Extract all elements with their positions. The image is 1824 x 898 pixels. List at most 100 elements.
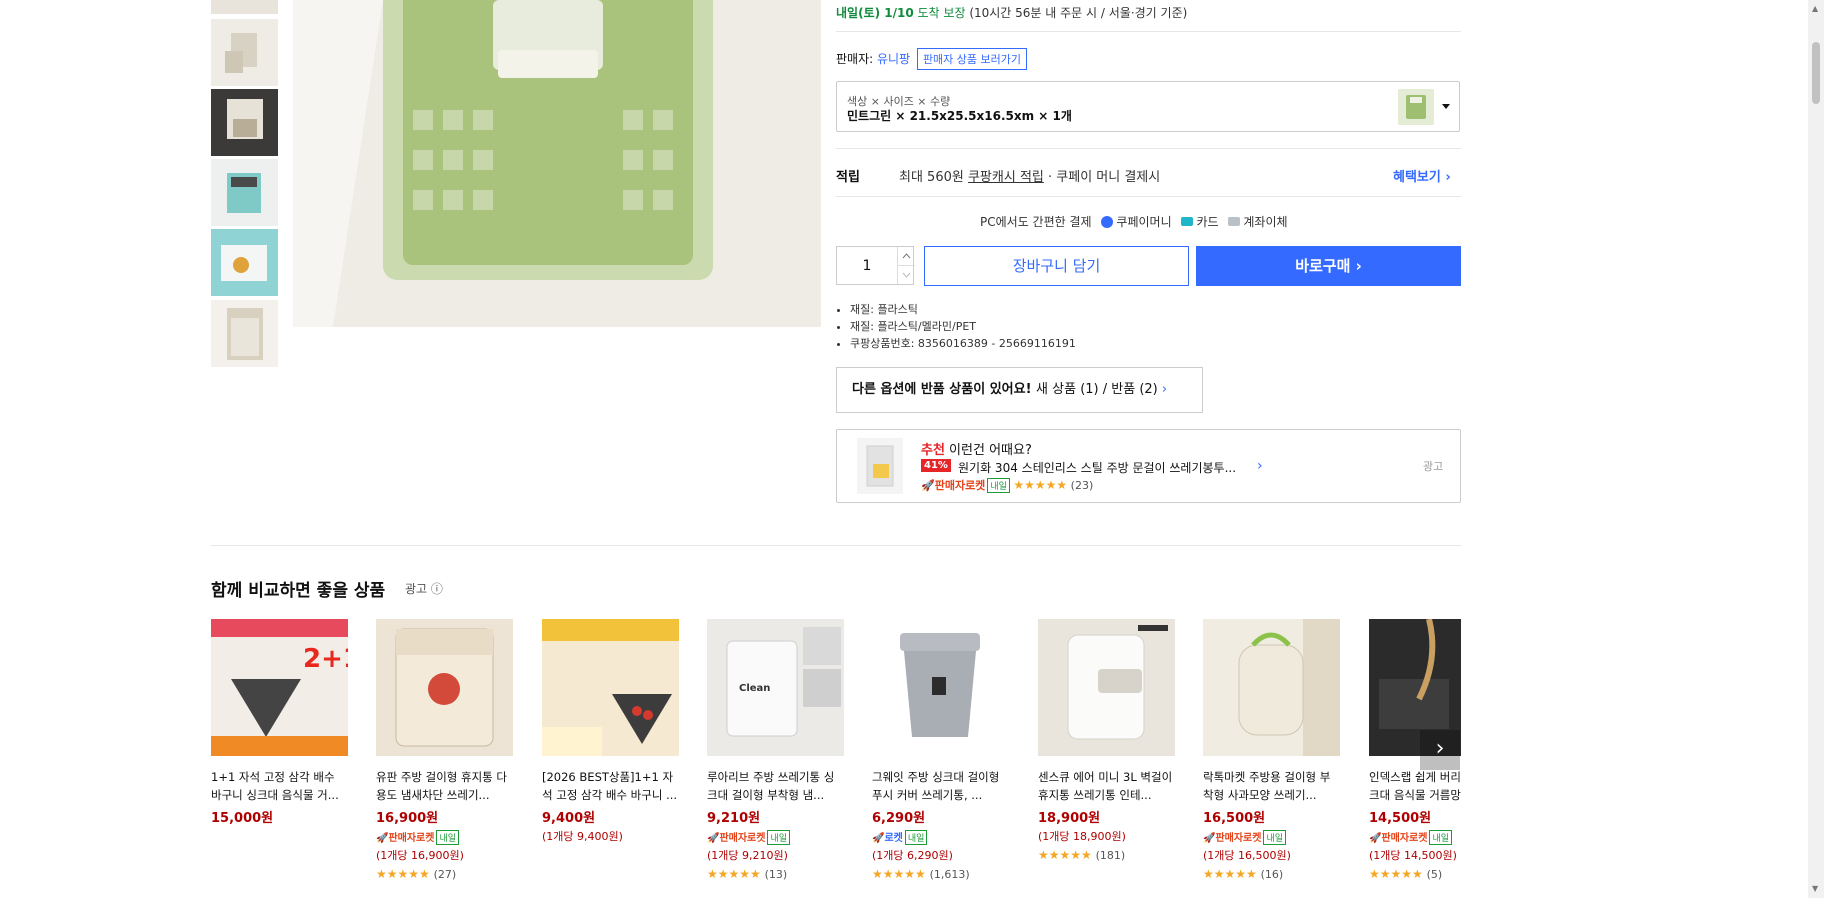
quantity-decrease-button[interactable] bbox=[897, 266, 915, 284]
recommend-heading: 이런건 어때요? bbox=[944, 443, 1032, 458]
product-image: Clean bbox=[707, 619, 844, 756]
option-thumbnail bbox=[1398, 89, 1434, 125]
product-price: 6,290원 bbox=[872, 811, 926, 826]
product-thumbnail-1[interactable] bbox=[211, 0, 278, 14]
reward-text: 최대 560원 쿠팡캐시 적립 · 쿠페이 머니 결제시 bbox=[899, 166, 1160, 185]
spec-item: 재질: 플라스틱/멜라민/PET bbox=[850, 318, 1076, 335]
unit-price: (1개당 16,900원) bbox=[376, 849, 464, 862]
product-thumbnail-5[interactable] bbox=[211, 229, 278, 296]
quantity-value[interactable]: 1 bbox=[837, 258, 897, 274]
chevron-right-icon[interactable]: › bbox=[1257, 458, 1263, 474]
coupang-cash-link[interactable]: 쿠팡캐시 적립 bbox=[968, 170, 1044, 185]
scrollbar-thumb[interactable] bbox=[1812, 42, 1820, 104]
product-price: 16,500원 bbox=[1203, 811, 1266, 826]
reward-suffix: · 쿠페이 머니 결제시 bbox=[1043, 170, 1161, 185]
recommended-product-meta: 🚀판매자로켓 내일 ★★★★★ (23) bbox=[921, 477, 1093, 493]
divider bbox=[836, 31, 1461, 32]
product-name: 루아리브 주방 쓰레기통 싱크대 걸이형 부착형 냄... bbox=[707, 770, 835, 802]
seller-label: 판매자: bbox=[836, 52, 877, 66]
product-name: 락톡마켓 주방용 걸이형 부착형 사과모양 쓰레기... bbox=[1203, 770, 1331, 802]
new-items-link[interactable]: 새 상품 (1) bbox=[1036, 382, 1099, 397]
product-thumbnail-2[interactable] bbox=[211, 19, 278, 86]
chevron-right-icon: › bbox=[1161, 382, 1168, 397]
review-count: (23) bbox=[1070, 479, 1094, 492]
rating-stars: ★★★★★ bbox=[1203, 867, 1257, 881]
product-image bbox=[542, 619, 679, 756]
product-image: 2+1 bbox=[211, 619, 348, 756]
svg-text:2+1: 2+1 bbox=[303, 644, 348, 674]
rating-stars: ★★★★★ bbox=[1013, 478, 1068, 492]
product-price: 15,000원 bbox=[211, 811, 274, 826]
section-divider bbox=[211, 545, 1461, 546]
product-name: 인덱스랩 쉽게 버리 크대 음식물 거름망 bbox=[1369, 770, 1461, 802]
delivery-day-badge: 내일 bbox=[436, 830, 460, 845]
option-selector[interactable]: 색상 × 사이즈 × 수량 민트그린 × 21.5x25.5x16.5xm × … bbox=[836, 81, 1460, 132]
product-price: 9,210원 bbox=[707, 811, 761, 826]
product-card[interactable]: 락톡마켓 주방용 걸이형 부착형 사과모양 쓰레기... 16,500원 🚀판매… bbox=[1203, 619, 1340, 881]
product-card[interactable]: 유판 주방 걸이형 휴지통 다용도 냄새차단 쓰레기... 16,900원 🚀판… bbox=[376, 619, 513, 881]
product-thumbnail-3[interactable] bbox=[211, 89, 278, 156]
product-card[interactable]: 센스큐 에어 미니 3L 벽걸이 휴지통 쓰레기통 인테... 18,900원 … bbox=[1038, 619, 1175, 862]
product-card[interactable]: 그웨잇 주방 싱크대 걸이형 푸시 커버 쓰레기통, ... 6,290원 🚀로… bbox=[872, 619, 1009, 881]
seller-info: 판매자: 유니팡 판매자 상품 보러가기 bbox=[836, 48, 1028, 70]
benefit-view-link[interactable]: 혜택보기 › bbox=[1393, 166, 1451, 185]
product-price: 14,500원 bbox=[1369, 811, 1432, 826]
product-name: 1+1 자석 고정 삼각 배수 바구니 싱크대 음식물 거... bbox=[211, 770, 339, 802]
payment-methods: PC에서도 간편한 결제 쿠페이머니 카드 계좌이체 bbox=[980, 213, 1288, 230]
rocket-icon: 🚀 bbox=[376, 833, 389, 844]
recommendation-title: 추천 이런건 어때요? bbox=[921, 439, 1032, 458]
review-count: (13) bbox=[764, 868, 788, 881]
payment-intro: PC에서도 간편한 결제 bbox=[980, 215, 1092, 229]
delivery-day-badge: 내일 bbox=[767, 830, 791, 845]
rating-stars: ★★★★★ bbox=[376, 867, 430, 881]
compare-section-title: 함께 비교하면 좋을 상품 bbox=[211, 581, 386, 601]
product-card[interactable]: [2026 BEST상품]1+1 자석 고정 삼각 배수 바구니 ... 9,4… bbox=[542, 619, 679, 844]
product-image bbox=[1038, 619, 1175, 756]
review-count: (181) bbox=[1095, 849, 1126, 862]
product-image bbox=[1203, 619, 1340, 756]
review-count: (16) bbox=[1260, 868, 1284, 881]
rocket-icon: 🚀 bbox=[1203, 833, 1216, 844]
return-options-box[interactable]: 다른 옵션에 반품 상품이 있어요! 새 상품 (1) / 반품 (2) › bbox=[836, 367, 1203, 413]
divider bbox=[836, 196, 1461, 197]
unit-price: (1개당 16,500원) bbox=[1203, 849, 1291, 862]
product-card[interactable]: Clean 루아리브 주방 쓰레기통 싱크대 걸이형 부착형 냄... 9,21… bbox=[707, 619, 844, 881]
recommendation-box[interactable]: 추천 이런건 어때요? 41% 원기화 304 스테인리스 스틸 주방 문걸이 … bbox=[836, 429, 1461, 503]
product-thumbnail-4[interactable] bbox=[211, 159, 278, 226]
returned-items-link[interactable]: 반품 (2) bbox=[1111, 382, 1157, 397]
rating-stars: ★★★★★ bbox=[872, 867, 926, 881]
scroll-up-icon[interactable]: ▲ bbox=[1812, 4, 1818, 13]
recommend-tag: 추천 bbox=[921, 443, 945, 458]
recommended-product-name[interactable]: 원기화 304 스테인리스 스틸 주방 문걸이 쓰레기봉투... bbox=[958, 459, 1236, 476]
delivery-day-badge: 내일 bbox=[1263, 830, 1287, 845]
payment-bank-transfer: 계좌이체 bbox=[1243, 215, 1288, 229]
buy-now-button[interactable]: 바로구매 › bbox=[1196, 246, 1461, 286]
rocket-icon: 🚀 bbox=[1369, 833, 1382, 844]
product-specs: 재질: 플라스틱 재질: 플라스틱/멜라민/PET 쿠팡상품번호: 835601… bbox=[836, 301, 1076, 352]
return-notice: 다른 옵션에 반품 상품이 있어요! bbox=[852, 382, 1037, 397]
separator: / bbox=[1098, 382, 1112, 397]
seller-rocket-badge: 판매자로켓 bbox=[934, 479, 986, 492]
unit-price: (1개당 9,400원) bbox=[542, 830, 623, 843]
unit-price: (1개당 18,900원) bbox=[1038, 830, 1126, 843]
review-count: (5) bbox=[1426, 868, 1443, 881]
quantity-increase-button[interactable] bbox=[897, 247, 915, 266]
seller-rocket-badge: 판매자로켓 bbox=[719, 833, 766, 844]
carousel-next-button[interactable]: › bbox=[1420, 730, 1460, 770]
ad-label: 광고 bbox=[1423, 460, 1444, 473]
scrollbar[interactable] bbox=[1808, 0, 1824, 898]
rating-stars: ★★★★★ bbox=[707, 867, 761, 881]
recommended-product-image bbox=[857, 438, 903, 494]
unit-price: (1개당 14,500원) bbox=[1369, 849, 1457, 862]
seller-name-link[interactable]: 유니팡 bbox=[877, 52, 910, 66]
product-price: 16,900원 bbox=[376, 811, 439, 826]
scroll-down-icon[interactable]: ▼ bbox=[1812, 884, 1818, 893]
add-to-cart-button[interactable]: 장바구니 담기 bbox=[924, 246, 1189, 286]
product-thumbnail-6[interactable] bbox=[211, 300, 278, 367]
quantity-stepper[interactable]: 1 bbox=[836, 246, 915, 285]
product-card[interactable]: 2+1 1+1 자석 고정 삼각 배수 바구니 싱크대 음식물 거... 15,… bbox=[211, 619, 348, 826]
ad-info-label[interactable]: 광고 ⓘ bbox=[405, 580, 443, 597]
reward-prefix: 최대 560원 bbox=[899, 170, 968, 185]
delivery-guarantee: 도착 보장 bbox=[913, 6, 966, 20]
seller-products-button[interactable]: 판매자 상품 보러가기 bbox=[916, 48, 1028, 70]
